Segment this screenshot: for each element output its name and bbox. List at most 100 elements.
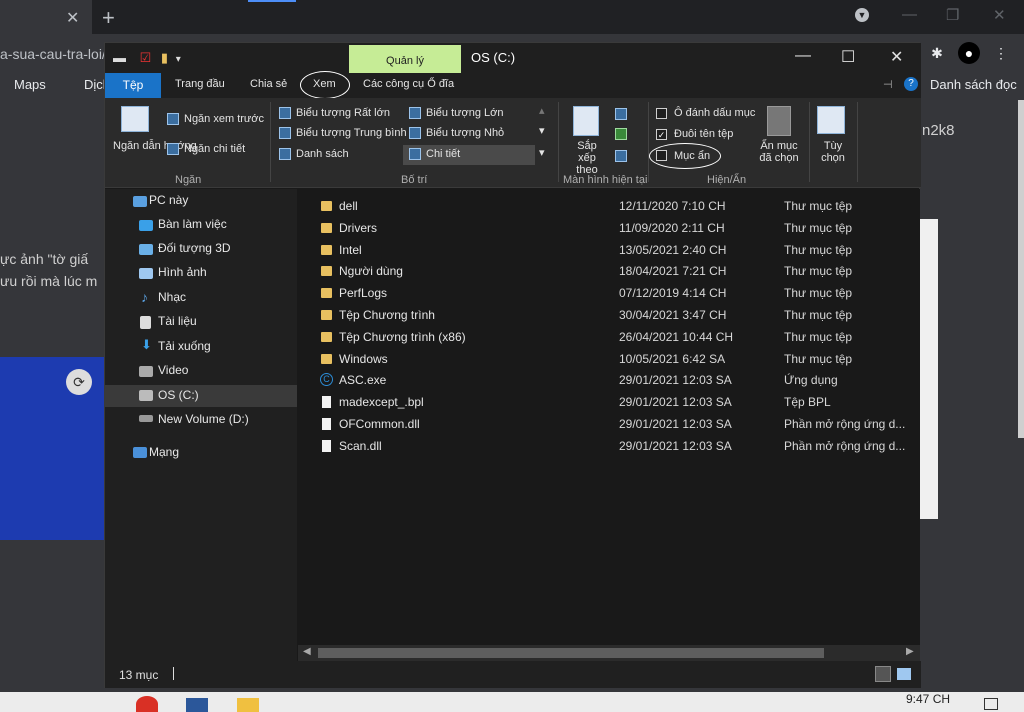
word-taskbar-icon[interactable]	[186, 698, 208, 712]
nav-item-music[interactable]: Nhạc	[158, 290, 186, 304]
maximize-icon[interactable]: ☐	[841, 47, 855, 67]
new-tab-icon[interactable]: +	[102, 5, 115, 31]
nav-item-network[interactable]: Mạng	[149, 445, 179, 459]
nav-item-documents[interactable]: Tài liệu	[158, 314, 197, 328]
file-name[interactable]: Tệp Chương trình	[339, 308, 435, 322]
options-icon[interactable]	[817, 106, 845, 134]
address-bar-text[interactable]: a-sua-cau-tra-loi/	[0, 46, 106, 62]
item-checkboxes-checkbox[interactable]	[656, 108, 667, 119]
file-row[interactable]: Scan.dll 29/01/2021 12:03 SA Phần mở rộng …	[298, 435, 920, 457]
close-icon[interactable]: ✕	[890, 47, 903, 67]
file-row[interactable]: OFCommon.dll 29/01/2021 12:03 SA Phần mở r…	[298, 413, 920, 435]
manage-tab[interactable]: Quản lý	[349, 45, 461, 73]
file-name[interactable]: Drivers	[339, 221, 377, 235]
file-row[interactable]: Drivers 11/09/2020 2:11 CH Thư mục tệp	[298, 217, 920, 239]
nav-item-downloads[interactable]: Tải xuống	[158, 339, 211, 353]
horizontal-scroll-thumb[interactable]	[318, 648, 824, 658]
file-name[interactable]: PerfLogs	[339, 286, 387, 300]
browser-tab[interactable]: ✕	[0, 0, 92, 34]
file-row[interactable]: Windows 10/05/2021 6:42 SA Thư mục tệp	[298, 348, 920, 370]
menu-icon[interactable]: ⋮	[990, 42, 1012, 64]
new-folder-icon[interactable]: ▮	[161, 50, 168, 65]
group-by-icon[interactable]	[615, 108, 627, 120]
clock[interactable]: 9:47 CH	[906, 692, 950, 706]
file-extensions-checkbox[interactable]: ✓	[656, 129, 667, 140]
file-name[interactable]: Người dùng	[339, 264, 403, 278]
extensions-icon[interactable]: ✱	[926, 42, 948, 64]
notification-icon[interactable]	[984, 698, 998, 710]
tab-file[interactable]: Tệp	[105, 73, 161, 98]
size-columns-icon[interactable]	[615, 150, 627, 162]
close-tab-icon[interactable]: ✕	[66, 8, 79, 28]
rotate-icon[interactable]: ⟳	[66, 369, 92, 395]
nav-item-videos[interactable]: Video	[158, 363, 188, 377]
navigation-pane-icon[interactable]	[121, 106, 149, 132]
file-row[interactable]: C ASC.exe 29/01/2021 12:03 SA Ứng dụng	[298, 369, 920, 391]
large-icons-view-icon[interactable]	[897, 668, 911, 680]
file-name[interactable]: OFCommon.dll	[339, 417, 420, 431]
video-thumbnail[interactable]: ⟳	[0, 357, 104, 540]
sort-by-button[interactable]: Sắp xếp theo	[569, 140, 605, 176]
page-scrollbar[interactable]	[1018, 100, 1024, 438]
file-name[interactable]: ASC.exe	[339, 373, 386, 387]
help-icon[interactable]: ?	[904, 77, 918, 91]
nav-item-pictures[interactable]: Hình ảnh	[158, 265, 207, 279]
file-name[interactable]: Tệp Chương trình (x86)	[339, 330, 466, 344]
file-name[interactable]: Windows	[339, 352, 388, 366]
layout-scroll-down-icon[interactable]: ▾	[539, 124, 545, 137]
options-button[interactable]: Tùy chọn	[813, 140, 853, 164]
bookmark-maps[interactable]: Maps	[14, 77, 46, 92]
horizontal-scrollbar[interactable]: ◀ ▶	[298, 645, 920, 661]
layout-small-icons[interactable]: Biểu tượng Nhỏ	[426, 127, 504, 139]
layout-expand-icon[interactable]: ▾	[539, 146, 545, 159]
layout-details[interactable]: Chi tiết	[426, 148, 460, 160]
chrome-taskbar-icon[interactable]	[136, 696, 158, 712]
file-name[interactable]: madexcept_.bpl	[339, 395, 424, 409]
nav-item-os-c[interactable]: OS (C:)	[158, 388, 199, 402]
nav-item-new-volume-d[interactable]: New Volume (D:)	[158, 412, 249, 426]
scroll-left-icon[interactable]: ◀	[303, 646, 311, 657]
tab-home[interactable]: Trang đầu	[175, 78, 225, 90]
reading-list[interactable]: Danh sách đọc	[930, 77, 1017, 92]
add-columns-icon[interactable]	[615, 128, 627, 140]
customize-qat-icon[interactable]: ▾	[176, 54, 181, 65]
details-pane-button[interactable]: Ngăn chi tiết	[184, 143, 245, 155]
minimize-icon[interactable]: —	[902, 6, 917, 23]
restore-icon[interactable]: ❐	[946, 6, 959, 24]
hide-selected-icon[interactable]	[767, 106, 791, 136]
tab-share[interactable]: Chia sẻ	[250, 78, 287, 90]
preview-pane-button[interactable]: Ngăn xem trước	[184, 113, 264, 125]
item-checkboxes-label[interactable]: Ô đánh dấu mục	[674, 107, 755, 119]
tab-drive-tools[interactable]: Các công cụ Ổ đĩa	[363, 78, 454, 90]
file-name[interactable]: dell	[339, 199, 358, 213]
layout-extra-large-icons[interactable]: Biểu tượng Rất lớn	[296, 107, 390, 119]
file-row[interactable]: PerfLogs 07/12/2019 4:14 CH Thư mục tệp	[298, 282, 920, 304]
explorer-taskbar-icon[interactable]	[237, 698, 259, 712]
file-row[interactable]: Người dùng 18/04/2021 7:21 CH Thư mục tệp	[298, 260, 920, 282]
nav-item-desktop[interactable]: Bàn làm việc	[158, 217, 227, 231]
nav-item-3d-objects[interactable]: Đối tượng 3D	[158, 241, 231, 255]
minimize-icon[interactable]: —	[795, 47, 811, 65]
tab-search-icon[interactable]: ▼	[855, 8, 869, 22]
file-row[interactable]: Tệp Chương trình 30/04/2021 3:47 CH Thư mụ…	[298, 304, 920, 326]
properties-icon[interactable]: ☑	[140, 50, 152, 65]
sort-by-icon[interactable]	[573, 106, 599, 136]
file-extensions-label[interactable]: Đuôi tên tệp	[674, 128, 733, 140]
layout-scroll-up-icon[interactable]: ▴	[539, 104, 545, 117]
file-row[interactable]: madexcept_.bpl 29/01/2021 12:03 SA Tệp BPL	[298, 391, 920, 413]
layout-large-icons[interactable]: Biểu tượng Lớn	[426, 107, 503, 119]
details-view-icon[interactable]	[875, 666, 891, 682]
hide-selected-button[interactable]: Ẩn mục đã chọn	[758, 140, 800, 164]
file-row[interactable]: Intel 13/05/2021 2:40 CH Thư mục tệp	[298, 239, 920, 261]
file-row[interactable]: dell 12/11/2020 7:10 CH Thư mục tệp	[298, 195, 920, 217]
file-row[interactable]: Tệp Chương trình (x86) 26/04/2021 10:44 C…	[298, 326, 920, 348]
layout-list[interactable]: Danh sách	[296, 148, 349, 160]
pin-ribbon-icon[interactable]: ⊣	[883, 78, 893, 91]
profile-icon[interactable]: ●	[958, 42, 980, 64]
file-name[interactable]: Scan.dll	[339, 439, 382, 453]
file-name[interactable]: Intel	[339, 243, 362, 257]
layout-medium-icons[interactable]: Biểu tượng Trung bình	[296, 127, 407, 139]
scroll-right-icon[interactable]: ▶	[906, 646, 914, 657]
close-icon[interactable]: ✕	[993, 6, 1006, 24]
nav-item-this-pc[interactable]: PC này	[149, 193, 188, 207]
